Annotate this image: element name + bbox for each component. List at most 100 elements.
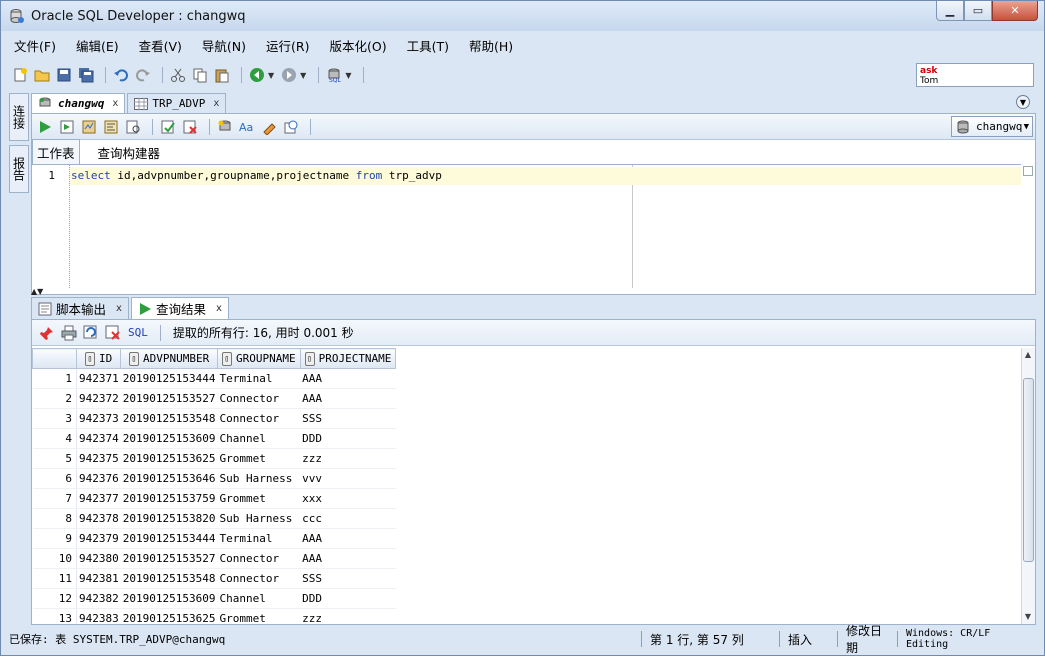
table-cell[interactable]: xxx bbox=[300, 488, 396, 509]
table-cell[interactable]: 20190125153625 bbox=[120, 448, 218, 469]
table-cell[interactable]: 20190125153625 bbox=[120, 608, 218, 624]
tab-script-output[interactable]: 脚本输出 x bbox=[31, 297, 129, 319]
connection-select[interactable]: changwq ▼ bbox=[951, 116, 1033, 137]
table-cell[interactable]: 20190125153646 bbox=[120, 468, 218, 489]
tab-changwq[interactable]: changwq x bbox=[31, 93, 126, 113]
table-cell[interactable]: 20190125153444 bbox=[120, 368, 218, 389]
table-cell[interactable]: 942378 bbox=[76, 508, 121, 529]
table-cell[interactable]: 942374 bbox=[76, 428, 121, 449]
menu-view[interactable]: 查看(V) bbox=[136, 34, 185, 57]
menu-tools[interactable]: 工具(T) bbox=[404, 34, 452, 57]
table-row[interactable]: 2 942372 20190125153527 Connector AAA bbox=[32, 388, 396, 409]
result-grid[interactable]: ▯ ID ▯ ADVPNUMBER ▯ GROUPNAME ▯ PROJECTNAME … bbox=[32, 348, 1022, 624]
table-cell[interactable]: SSS bbox=[300, 568, 396, 589]
cancel-fetch-icon[interactable] bbox=[104, 324, 122, 342]
table-cell[interactable]: Grommet bbox=[217, 488, 301, 509]
save-icon[interactable] bbox=[55, 66, 73, 84]
table-row[interactable]: 5 942375 20190125153625 Grommet zzz bbox=[32, 448, 396, 469]
pin-icon[interactable] bbox=[38, 324, 56, 342]
tab-worksheet[interactable]: 工作表 bbox=[32, 139, 80, 164]
table-cell[interactable]: 20190125153444 bbox=[120, 528, 218, 549]
redo-icon[interactable] bbox=[134, 66, 152, 84]
column-header-groupname[interactable]: ▯ GROUPNAME bbox=[216, 348, 301, 369]
table-cell[interactable]: 942380 bbox=[76, 548, 121, 569]
table-row[interactable]: 8 942378 20190125153820 Sub Harness ccc bbox=[32, 508, 396, 529]
forward-icon[interactable] bbox=[280, 66, 298, 84]
table-cell[interactable]: Connector bbox=[217, 548, 301, 569]
table-cell[interactable]: Channel bbox=[217, 588, 301, 609]
table-cell[interactable]: DDD bbox=[300, 588, 396, 609]
table-cell[interactable]: 942376 bbox=[76, 468, 121, 489]
tab-query-builder[interactable]: 查询构建器 bbox=[94, 140, 165, 164]
table-cell[interactable]: 942379 bbox=[76, 528, 121, 549]
save-all-icon[interactable] bbox=[77, 66, 95, 84]
sql-worksheet-icon[interactable]: SQL bbox=[325, 66, 343, 84]
table-row[interactable]: 6 942376 20190125153646 Sub Harness vvv bbox=[32, 468, 396, 489]
open-folder-icon[interactable] bbox=[33, 66, 51, 84]
reports-side-tab[interactable]: 报告 bbox=[9, 145, 29, 193]
table-row[interactable]: 11 942381 20190125153548 Connector SSS bbox=[32, 568, 396, 589]
table-cell[interactable]: 942371 bbox=[76, 368, 121, 389]
table-cell[interactable]: vvv bbox=[300, 468, 396, 489]
table-cell[interactable]: 942383 bbox=[76, 608, 121, 624]
table-cell[interactable]: Grommet bbox=[217, 608, 301, 624]
column-header-advpnumber[interactable]: ▯ ADVPNUMBER bbox=[120, 348, 218, 369]
table-cell[interactable]: DDD bbox=[300, 428, 396, 449]
explain-plan-icon[interactable] bbox=[102, 118, 120, 136]
table-cell[interactable]: Sub Harness bbox=[217, 508, 301, 529]
forward-dropdown-icon[interactable]: ▼ bbox=[300, 71, 306, 80]
scrollbar-thumb[interactable] bbox=[1023, 378, 1034, 562]
table-row[interactable]: 4 942374 20190125153609 Channel DDD bbox=[32, 428, 396, 449]
back-dropdown-icon[interactable]: ▼ bbox=[268, 71, 274, 80]
rollback-icon[interactable] bbox=[181, 118, 199, 136]
table-cell[interactable]: 20190125153527 bbox=[120, 388, 218, 409]
table-cell[interactable]: 20190125153609 bbox=[120, 428, 218, 449]
close-tab-icon[interactable]: x bbox=[213, 98, 219, 109]
table-cell[interactable]: Channel bbox=[217, 428, 301, 449]
menu-file[interactable]: 文件(F) bbox=[11, 34, 59, 57]
table-cell[interactable]: 942373 bbox=[76, 408, 121, 429]
run-statement-icon[interactable] bbox=[36, 118, 54, 136]
table-cell[interactable]: Connector bbox=[217, 408, 301, 429]
cut-icon[interactable] bbox=[169, 66, 187, 84]
table-cell[interactable]: 942381 bbox=[76, 568, 121, 589]
table-cell[interactable]: ccc bbox=[300, 508, 396, 529]
table-cell[interactable]: AAA bbox=[300, 368, 396, 389]
table-cell[interactable]: Connector bbox=[217, 568, 301, 589]
sql-worksheet-dropdown-icon[interactable]: ▼ bbox=[345, 71, 351, 80]
editor-scrollbar[interactable] bbox=[1021, 164, 1035, 288]
table-row[interactable]: 10 942380 20190125153527 Connector AAA bbox=[32, 548, 396, 569]
tab-list-dropdown-icon[interactable]: ▼ bbox=[1016, 95, 1030, 109]
to-upper-lower-icon[interactable]: Aa bbox=[238, 118, 256, 136]
table-cell[interactable]: 20190125153759 bbox=[120, 488, 218, 509]
table-cell[interactable]: Terminal bbox=[217, 368, 301, 389]
table-cell[interactable]: Sub Harness bbox=[217, 468, 301, 489]
splitter-arrows-icon[interactable]: ▲▼ bbox=[31, 288, 61, 296]
clear-icon[interactable] bbox=[260, 118, 278, 136]
table-cell[interactable]: 20190125153820 bbox=[120, 508, 218, 529]
menu-help[interactable]: 帮助(H) bbox=[466, 34, 516, 57]
menu-versioning[interactable]: 版本化(O) bbox=[326, 34, 389, 57]
table-cell[interactable]: 942377 bbox=[76, 488, 121, 509]
table-row[interactable]: 1 942371 20190125153444 Terminal AAA bbox=[32, 368, 396, 389]
table-row[interactable]: 12 942382 20190125153609 Channel DDD bbox=[32, 588, 396, 609]
table-row[interactable]: 9 942379 20190125153444 Terminal AAA bbox=[32, 528, 396, 549]
result-scrollbar[interactable]: ▲ ▼ bbox=[1021, 348, 1035, 624]
table-row[interactable]: 7 942377 20190125153759 Grommet xxx bbox=[32, 488, 396, 509]
table-cell[interactable]: AAA bbox=[300, 388, 396, 409]
table-cell[interactable]: 942382 bbox=[76, 588, 121, 609]
close-button[interactable]: ✕ bbox=[992, 1, 1038, 21]
commit-icon[interactable] bbox=[159, 118, 177, 136]
scroll-up-icon[interactable]: ▲ bbox=[1022, 348, 1034, 362]
menu-navigate[interactable]: 导航(N) bbox=[199, 34, 249, 57]
table-cell[interactable]: Terminal bbox=[217, 528, 301, 549]
unshared-worksheet-icon[interactable] bbox=[216, 118, 234, 136]
new-file-icon[interactable] bbox=[11, 66, 29, 84]
scroll-down-icon[interactable]: ▼ bbox=[1022, 610, 1034, 624]
refresh-icon[interactable] bbox=[82, 324, 100, 342]
menu-edit[interactable]: 编辑(E) bbox=[73, 34, 122, 57]
sql-history-icon[interactable] bbox=[282, 118, 300, 136]
autotrace-icon[interactable] bbox=[80, 118, 98, 136]
close-tab-icon[interactable]: x bbox=[112, 98, 118, 109]
back-icon[interactable] bbox=[248, 66, 266, 84]
